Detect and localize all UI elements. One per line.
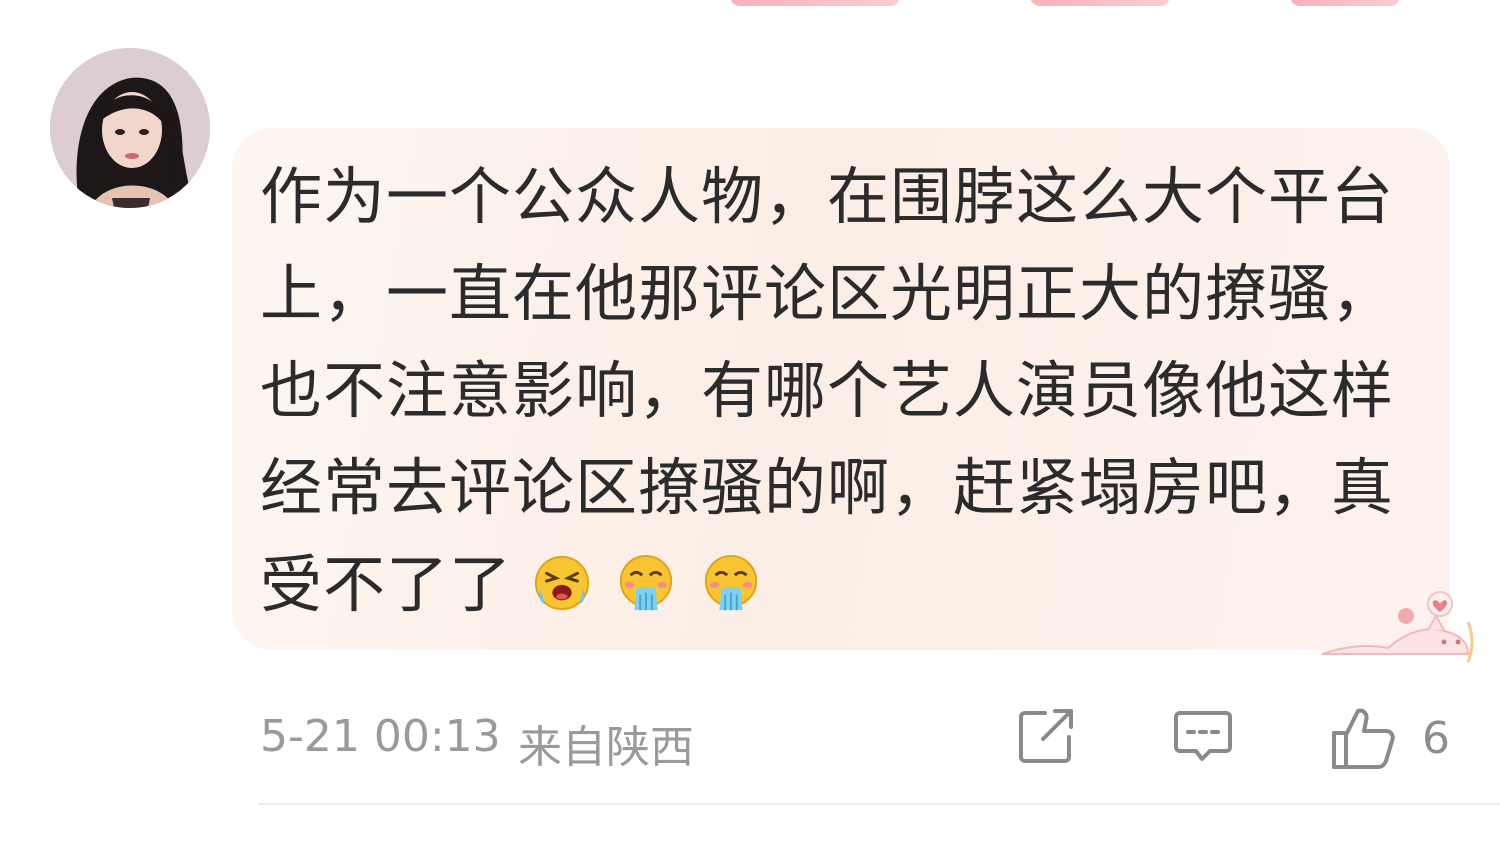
comment-icon (1174, 711, 1232, 761)
share-button[interactable] (1015, 705, 1077, 771)
comment-button[interactable] (1172, 705, 1234, 771)
previous-bubble-decoration (1030, 0, 1170, 6)
previous-bubble-decoration (730, 0, 900, 6)
vomit-face-emoji (620, 554, 673, 611)
avatar[interactable] (50, 48, 210, 208)
cat-sticker-decoration (1321, 591, 1474, 663)
previous-bubble-decoration (1290, 0, 1400, 6)
comment-timestamp: 5-21 00:13 (260, 711, 501, 762)
like-count: 6 (1422, 713, 1450, 764)
comment-text: 作为一个公众人物，在围脖这么大个平台上，一直在他那评论区光明正大的撩骚，也不注意… (260, 160, 1395, 621)
share-icon (1019, 709, 1073, 763)
divider (258, 803, 1500, 805)
like-button[interactable]: 6 (1328, 705, 1458, 775)
comment-location: 来自陕西 (518, 722, 694, 773)
comment-footer: 5-21 00:13 来自陕西 6 (260, 705, 1460, 775)
vomit-face-emoji (705, 554, 758, 611)
comment-item: 作为一个公众人物，在围脖这么大个平台上，一直在他那评论区光明正大的撩骚，也不注意… (0, 0, 1500, 843)
thumbs-up-icon (1332, 708, 1395, 769)
comment-body: 作为一个公众人物，在围脖这么大个平台上，一直在他那评论区光明正大的撩骚，也不注意… (260, 148, 1400, 633)
crying-face-emoji (534, 555, 589, 611)
